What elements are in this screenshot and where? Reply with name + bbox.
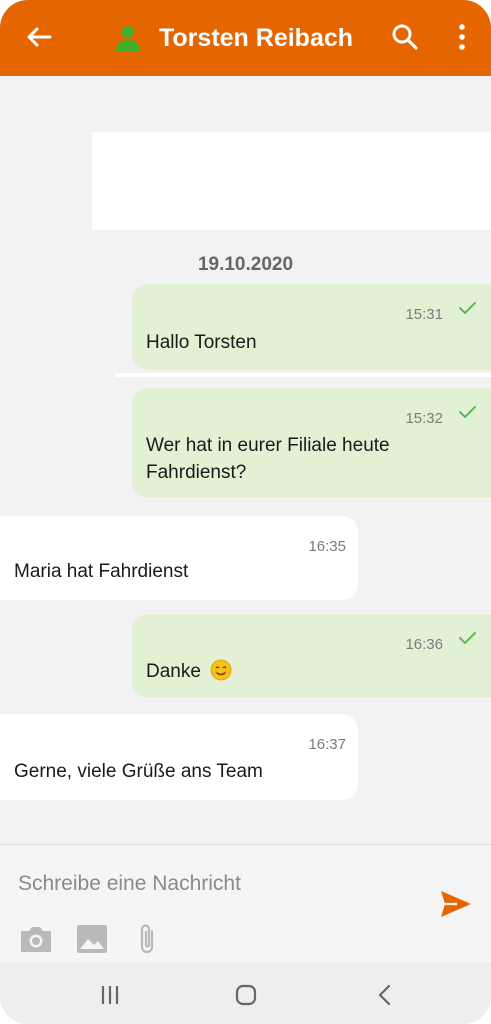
- chat-header: Torsten Reibach: [0, 0, 491, 76]
- message-text: Wer hat in eurer Filiale heute Fahrdiens…: [146, 435, 390, 483]
- message-outgoing[interactable]: 15:32 Wer hat in eurer Filiale heute Fah…: [132, 388, 491, 498]
- message-time: 15:32: [405, 410, 443, 427]
- back-icon[interactable]: [370, 980, 400, 1010]
- image-icon[interactable]: [74, 921, 110, 957]
- message-time: 16:36: [405, 636, 443, 653]
- blank-card: [92, 132, 491, 230]
- arrow-left-icon[interactable]: [22, 20, 56, 54]
- message-time: 15:31: [405, 306, 443, 323]
- message-input[interactable]: [18, 869, 398, 899]
- camera-icon[interactable]: [18, 921, 54, 957]
- message-outgoing[interactable]: 16:36 Danke: [132, 614, 491, 698]
- message-text: Gerne, viele Grüße ans Team: [14, 761, 263, 782]
- message-outgoing[interactable]: 15:31 Hallo Torsten: [132, 284, 491, 370]
- recent-apps-icon[interactable]: [95, 980, 125, 1010]
- message-text: Hallo Torsten: [146, 332, 257, 353]
- divider: [115, 373, 491, 377]
- message-time: 16:35: [308, 538, 346, 555]
- smiling-face-icon: [210, 659, 232, 681]
- message-list[interactable]: 19.10.2020 15:31 Hallo Torsten 15:32 Wer…: [0, 76, 491, 844]
- more-vert-icon[interactable]: [450, 22, 474, 52]
- message-composer: [0, 844, 491, 963]
- date-separator: 19.10.2020: [197, 254, 294, 275]
- message-incoming[interactable]: 16:35 Maria hat Fahrdienst: [0, 516, 358, 600]
- home-icon[interactable]: [231, 980, 261, 1010]
- message-incoming[interactable]: 16:37 Gerne, viele Grüße ans Team: [0, 714, 358, 800]
- message-text-row: Danke: [146, 658, 232, 685]
- attachment-icon[interactable]: [130, 921, 166, 957]
- message-time: 16:37: [308, 736, 346, 753]
- send-icon[interactable]: [437, 885, 475, 923]
- checkmark-icon: [459, 406, 476, 418]
- message-text: Danke: [146, 661, 201, 682]
- system-navigation-bar: [0, 962, 491, 1024]
- search-icon[interactable]: [390, 22, 420, 52]
- checkmark-icon: [459, 302, 476, 314]
- person-icon: [116, 26, 140, 51]
- checkmark-icon: [459, 632, 476, 644]
- phone-screen: Torsten Reibach 19.10.2020 15:31 Hallo T…: [0, 0, 491, 1024]
- message-text: Maria hat Fahrdienst: [14, 561, 189, 582]
- contact-name[interactable]: Torsten Reibach: [159, 20, 353, 56]
